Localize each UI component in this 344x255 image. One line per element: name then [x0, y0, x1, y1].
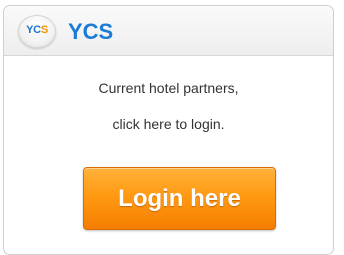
logo-text-orange: S	[40, 24, 48, 36]
login-button-label: Login here	[118, 185, 241, 212]
panel-header: YCS YCS	[4, 6, 333, 56]
logo-text: YCS	[19, 24, 55, 36]
partner-message-line-2: click here to login.	[112, 116, 225, 132]
login-button[interactable]: Login here	[83, 167, 276, 230]
partner-message-line-1: Current hotel partners,	[98, 80, 239, 96]
login-panel: YCS YCS Current hotel partners, click he…	[3, 5, 334, 255]
brand-title: YCS	[68, 19, 114, 44]
ycs-logo-icon: YCS	[18, 15, 56, 48]
logo-text-blue: YC	[26, 24, 41, 36]
